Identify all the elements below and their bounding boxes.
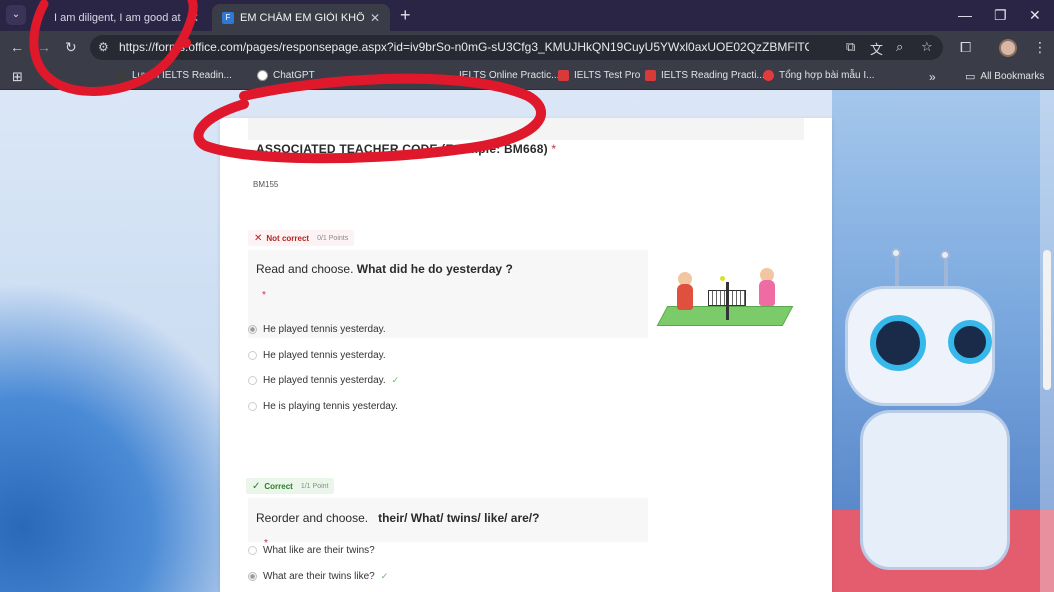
page-viewport: ASSOCIATED TEACHER CODE (Example: BM668)… xyxy=(0,90,1054,592)
install-app-icon[interactable]: ⧉ xyxy=(846,39,855,55)
robot-antenna xyxy=(895,255,899,289)
browser-toolbar: ← → ↻ ⚙ https://forms.office.com/pages/r… xyxy=(0,31,1054,64)
robot-antenna-tip xyxy=(940,250,950,260)
bookmark-item[interactable]: IELTS Reading Practi... xyxy=(645,70,765,81)
q1-option-4[interactable]: He is playing tennis yesterday. xyxy=(248,397,398,415)
forms-favicon-icon: F xyxy=(222,11,234,24)
boy-body xyxy=(677,284,693,310)
correct-check-icon: ✓ xyxy=(391,374,400,385)
correct-check-icon: ✓ xyxy=(380,570,389,581)
radio-button[interactable] xyxy=(248,571,257,581)
page-scrollbar[interactable] xyxy=(1040,90,1054,592)
forward-arrow-icon[interactable]: → xyxy=(37,38,51,56)
q2-option-1[interactable]: What like are their twins? xyxy=(248,541,375,559)
q1-option-3[interactable]: He played tennis yesterday. ✓ xyxy=(248,371,399,389)
bookmark-item[interactable]: Luyện IELTS Readin... xyxy=(116,70,232,81)
check-mark-icon: ✓ xyxy=(252,480,261,492)
bookmark-favicon-icon xyxy=(558,70,569,81)
chatgpt-icon xyxy=(257,70,268,81)
girl-body xyxy=(759,280,775,306)
window-close-icon[interactable]: ✕ xyxy=(1029,5,1041,25)
question-1-text: Read and choose. What did he do yesterda… xyxy=(256,262,513,276)
bookmark-favicon-icon xyxy=(763,70,774,81)
translate-icon[interactable]: 文 xyxy=(870,39,883,58)
url-text[interactable]: https://forms.office.com/pages/responsep… xyxy=(119,40,809,54)
result-badge-correct: ✓ Correct 1/1 Point xyxy=(246,478,335,494)
radio-button[interactable] xyxy=(248,545,257,555)
tab-diligent[interactable]: I am diligent, I am good at Engl ✕ xyxy=(44,4,209,31)
reload-icon[interactable]: ↻ xyxy=(65,38,77,56)
new-tab-plus-icon[interactable]: + xyxy=(400,5,411,25)
tennis-ball xyxy=(720,276,725,281)
tab-title: I am diligent, I am good at Engl xyxy=(54,11,183,24)
bookmark-item[interactable]: IELTS Online Practic... xyxy=(443,70,559,81)
teacher-code-question: ASSOCIATED TEACHER CODE (Example: BM668)… xyxy=(256,142,557,156)
restore-icon[interactable]: ❐ xyxy=(994,5,1007,25)
folder-icon: ▭ xyxy=(965,71,976,83)
net-post xyxy=(726,282,729,320)
apps-grid-icon[interactable]: ⊞ xyxy=(12,69,23,85)
profile-avatar[interactable] xyxy=(999,39,1017,57)
all-bookmarks[interactable]: ▭ All Bookmarks xyxy=(965,70,1044,83)
bookmark-item[interactable]: ChatGPT xyxy=(257,70,315,81)
robot-body xyxy=(860,410,1010,570)
bookmark-item[interactable]: IELTS Test Pro xyxy=(558,70,640,81)
back-arrow-icon[interactable]: ← xyxy=(10,38,24,56)
bookmark-favicon-icon xyxy=(645,70,656,81)
tab-search-chevron-icon[interactable]: ⌄ xyxy=(6,5,26,25)
close-icon[interactable]: ✕ xyxy=(370,11,380,25)
q1-option-2[interactable]: He played tennis yesterday. xyxy=(248,346,386,364)
bookmark-favicon-icon xyxy=(443,70,454,81)
tab-em-cham-em-gioi[interactable]: F EM CHĂM EM GIỎI KHỐI 4 - LU ✕ xyxy=(212,4,390,31)
result-badge-not-correct: ✕ Not correct 0/1 Points xyxy=(248,230,355,246)
close-icon[interactable]: ✕ xyxy=(189,11,199,25)
radio-button[interactable] xyxy=(248,350,257,360)
required-asterisk: * xyxy=(262,290,266,301)
tab-title: EM CHĂM EM GIỎI KHỐI 4 - LU xyxy=(240,11,364,24)
robot-eye xyxy=(870,315,926,371)
q2-option-2[interactable]: What are their twins like? ✓ xyxy=(248,567,388,585)
site-settings-icon[interactable]: ⚙ xyxy=(98,40,109,54)
background-glow xyxy=(0,270,220,592)
robot-antenna-tip xyxy=(891,248,901,258)
bookmark-favicon-icon xyxy=(116,70,127,81)
radio-button[interactable] xyxy=(248,324,257,334)
question-header-bar xyxy=(248,118,804,140)
more-bookmarks-icon[interactable]: » xyxy=(929,70,936,84)
bookmark-star-icon[interactable]: ☆ xyxy=(921,39,933,55)
form-response-card: ASSOCIATED TEACHER CODE (Example: BM668)… xyxy=(220,118,832,592)
zoom-icon[interactable]: ⌕ xyxy=(896,39,903,55)
extensions-icon[interactable]: ⧠ xyxy=(960,39,971,55)
tennis-illustration xyxy=(656,246,794,330)
minimize-icon[interactable]: — xyxy=(958,5,972,25)
scrollbar-thumb[interactable] xyxy=(1043,250,1051,390)
menu-kebab-icon[interactable]: ⋮ xyxy=(1033,39,1047,55)
teacher-code-answer: BM155 xyxy=(253,180,279,189)
bookmarks-bar: ⊞ Luyện IELTS Readin... ChatGPT IELTS On… xyxy=(0,64,1054,90)
q1-option-1[interactable]: He played tennis yesterday. xyxy=(248,320,386,338)
radio-button[interactable] xyxy=(248,401,257,411)
robot-eye xyxy=(948,320,992,364)
tab-strip: ⌄ I am diligent, I am good at Engl ✕ F E… xyxy=(0,0,1054,31)
address-bar[interactable]: ⚙ https://forms.office.com/pages/respons… xyxy=(90,35,943,60)
bookmark-item[interactable]: Tổng hợp bài mẫu I... xyxy=(763,70,875,81)
x-mark-icon: ✕ xyxy=(254,232,263,244)
question-2-text: Reorder and choose. their/ What/ twins/ … xyxy=(256,511,540,525)
radio-button[interactable] xyxy=(248,375,257,385)
